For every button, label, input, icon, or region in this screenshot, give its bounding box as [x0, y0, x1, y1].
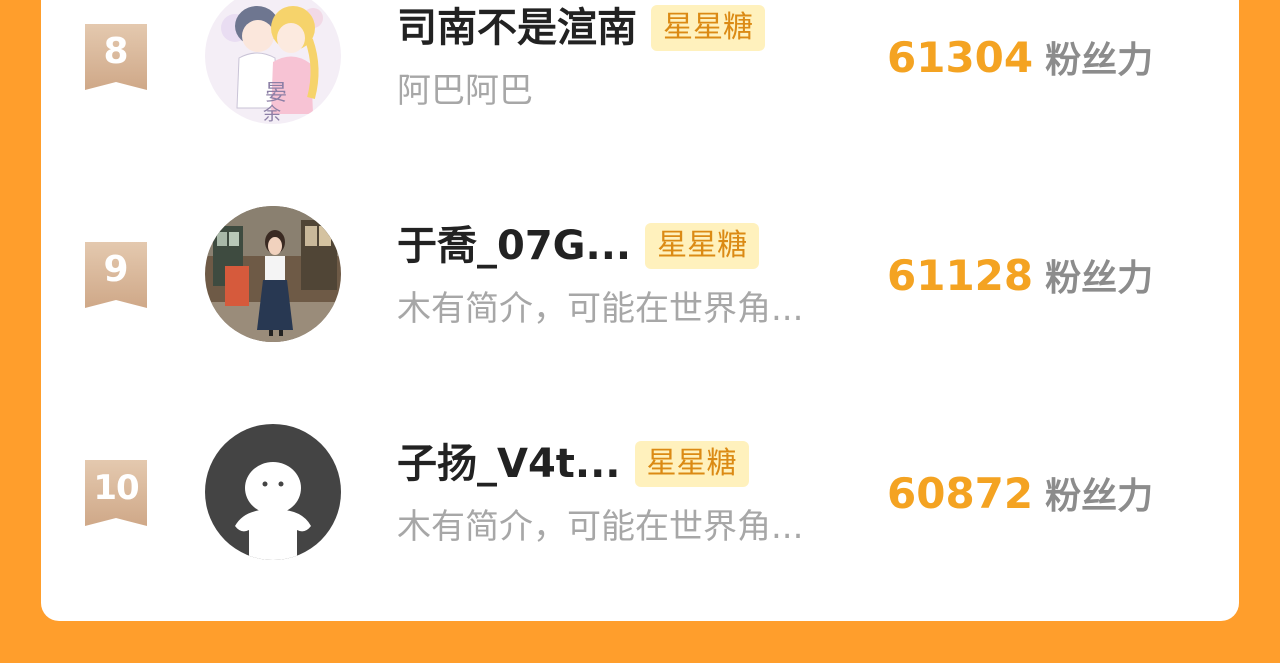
- user-tag: 星星糖: [634, 441, 749, 487]
- ranking-row[interactable]: 9 于喬_07G... 星星糖 木有简介，可能在世界角... 61128 粉丝力: [41, 178, 1239, 378]
- score-value: 60872: [887, 469, 1034, 518]
- user-avatar[interactable]: [205, 424, 341, 560]
- svg-text:晏: 晏: [265, 81, 287, 106]
- svg-text:余: 余: [263, 104, 281, 124]
- ranking-card: 8 晏 余 司南不是渲南 星星糖 阿巴阿巴 61304 粉丝力 9 于喬_07G…: [41, 0, 1239, 621]
- user-bio: 木有简介，可能在世界角...: [397, 507, 804, 547]
- user-tag: 星星糖: [651, 5, 765, 51]
- user-tag: 星星糖: [645, 223, 760, 269]
- rank-badge: 8: [85, 24, 147, 90]
- score-value: 61304: [887, 33, 1034, 82]
- fan-power-score: 61128 粉丝力: [887, 246, 1153, 315]
- user-bio: 阿巴阿巴: [397, 71, 533, 111]
- score-unit: 粉丝力: [1045, 40, 1154, 81]
- rank-number: 9: [103, 249, 129, 290]
- user-name[interactable]: 子扬_V4t...: [397, 436, 621, 492]
- score-unit: 粉丝力: [1045, 476, 1154, 517]
- user-name[interactable]: 司南不是渲南: [397, 0, 637, 56]
- rank-badge: 9: [85, 242, 147, 308]
- rank-badge: 10: [85, 460, 147, 526]
- user-bio: 木有简介，可能在世界角...: [397, 289, 804, 329]
- rank-number: 10: [93, 468, 139, 508]
- fan-power-score: 60872 粉丝力: [887, 464, 1153, 533]
- ranking-row[interactable]: 10 子扬_V4t... 星星糖 木有简介，可能在世界角... 60872 粉丝力: [41, 396, 1239, 596]
- score-unit: 粉丝力: [1045, 258, 1154, 299]
- score-value: 61128: [887, 251, 1034, 300]
- user-avatar[interactable]: [205, 206, 341, 342]
- rank-number: 8: [103, 31, 129, 72]
- fan-power-score: 61304 粉丝力: [887, 28, 1153, 97]
- user-name[interactable]: 于喬_07G...: [397, 218, 631, 274]
- ranking-row[interactable]: 8 晏 余 司南不是渲南 星星糖 阿巴阿巴 61304 粉丝力: [41, 0, 1239, 160]
- user-avatar[interactable]: 晏 余: [205, 0, 341, 124]
